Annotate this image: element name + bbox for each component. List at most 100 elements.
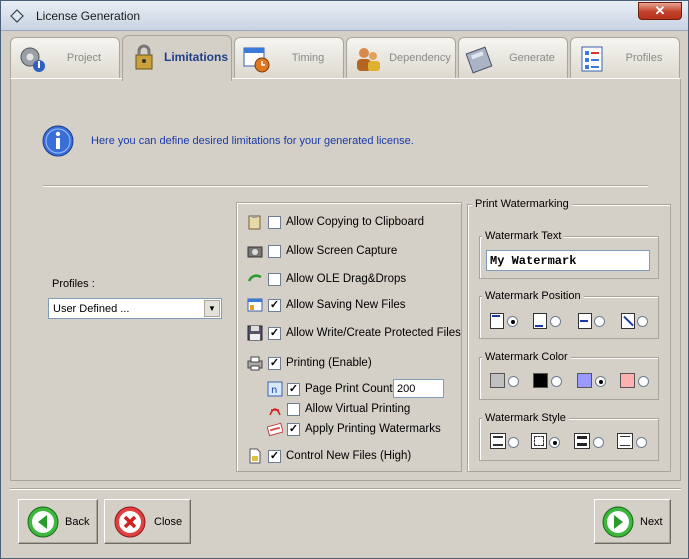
checkbox[interactable]: ✓ — [287, 383, 300, 396]
checkbox[interactable]: ✓ — [268, 450, 281, 463]
watermark-color-title: Watermark Color — [482, 351, 571, 363]
checkbox[interactable]: ✓ — [268, 299, 281, 312]
option-label: Control New Files (High) — [286, 450, 412, 462]
style-lines-icon — [490, 433, 506, 449]
tab-label: Project — [66, 52, 102, 64]
position-center-radio[interactable] — [594, 316, 605, 327]
tab-timing[interactable]: Timing — [234, 37, 344, 79]
option-printing-enable[interactable]: ✓ Printing (Enable) — [247, 355, 447, 373]
option-label: Apply Printing Watermarks — [305, 423, 441, 435]
option-apply-printing-watermarks[interactable]: ✓ Apply Printing Watermarks — [267, 421, 447, 439]
tab-label: Profiles — [625, 52, 663, 64]
calendar-clock-icon — [243, 47, 270, 73]
position-diagonal-icon — [621, 313, 635, 329]
svg-text:n: n — [271, 385, 277, 396]
tab-profiles[interactable]: Profiles — [570, 37, 680, 79]
next-arrow-icon — [602, 506, 634, 538]
gear-icon — [20, 47, 45, 72]
profiles-label: Profiles : — [52, 278, 95, 290]
pdf-icon — [269, 408, 281, 416]
option-control-new-files[interactable]: ✓ Control New Files (High) — [247, 448, 447, 466]
style-4-radio[interactable] — [636, 437, 647, 448]
option-label: Allow Saving New Files — [286, 299, 406, 311]
checkbox[interactable] — [268, 216, 281, 229]
option-page-print-count[interactable]: n ✓ Page Print Count — [267, 381, 393, 399]
next-button[interactable]: Next — [594, 499, 671, 544]
page-print-count-input[interactable] — [393, 379, 444, 398]
watermark-text-input[interactable] — [486, 250, 650, 271]
option-allow-screen-capture[interactable]: Allow Screen Capture — [247, 243, 447, 261]
app-icon — [10, 9, 24, 23]
watermark-position-title: Watermark Position — [482, 290, 584, 302]
tab-generate[interactable]: Generate — [458, 37, 568, 79]
close-label: Close — [154, 516, 183, 528]
option-allow-copying[interactable]: Allow Copying to Clipboard — [247, 214, 447, 232]
style-bold-icon — [574, 433, 590, 449]
tab-limitations[interactable]: Limitations — [122, 35, 232, 81]
close-button[interactable]: Close — [104, 499, 191, 544]
option-allow-ole-drag-drops[interactable]: Allow OLE Drag&Drops — [247, 271, 447, 289]
tab-dependency[interactable]: Dependency — [346, 37, 456, 79]
print-watermarking-title: Print Watermarking — [472, 198, 572, 210]
color-swatch-black — [533, 373, 548, 388]
style-3-radio[interactable] — [593, 437, 604, 448]
license-generation-window: License Generation ✕ Project Limitations — [0, 0, 689, 559]
position-bottom-left-radio[interactable] — [550, 316, 561, 327]
position-top-left-radio[interactable] — [507, 316, 518, 327]
position-diagonal-radio[interactable] — [637, 316, 648, 327]
checkbox[interactable] — [268, 245, 281, 258]
option-label: Page Print Count — [305, 383, 393, 395]
color-swatch-blue — [577, 373, 592, 388]
back-label: Back — [65, 516, 90, 528]
profiles-selected-value: User Defined ... — [53, 303, 130, 315]
profiles-select[interactable]: User Defined ... ▼ — [48, 298, 222, 319]
clipboard-icon — [248, 215, 261, 230]
window-title: License Generation — [36, 9, 141, 23]
page-count-icon: n — [267, 381, 283, 397]
checkbox[interactable]: ✓ — [287, 423, 300, 436]
option-label: Allow Write/Create Protected Files — [286, 327, 461, 339]
style-outline-icon — [531, 433, 547, 449]
drag-drop-icon — [247, 274, 262, 282]
style-plain-icon — [617, 433, 633, 449]
position-bottom-left-icon — [533, 313, 547, 329]
watermark-style-title: Watermark Style — [482, 412, 569, 424]
position-top-left-icon — [490, 313, 504, 329]
save-window-icon — [247, 298, 263, 312]
checkbox[interactable] — [268, 273, 281, 286]
tab-label: Timing — [291, 52, 325, 64]
users-icon — [357, 48, 380, 71]
color-pink-radio[interactable] — [638, 376, 649, 387]
style-1-radio[interactable] — [508, 437, 519, 448]
back-arrow-icon — [27, 506, 59, 538]
option-allow-saving-new-files[interactable]: ✓ Allow Saving New Files — [247, 297, 447, 315]
window-close-button[interactable]: ✕ — [638, 2, 682, 20]
chevron-down-icon[interactable]: ▼ — [204, 300, 220, 317]
tab-label: Dependency — [389, 52, 451, 64]
color-swatch-pink — [620, 373, 635, 388]
back-button[interactable]: Back — [18, 499, 98, 544]
checkbox[interactable] — [287, 403, 300, 416]
checklist-icon — [581, 46, 603, 72]
option-label: Allow Copying to Clipboard — [286, 216, 425, 228]
watermark-stamp-icon — [267, 422, 283, 437]
option-label: Allow Virtual Printing — [305, 403, 411, 415]
checkbox[interactable]: ✓ — [268, 357, 281, 370]
style-2-radio[interactable] — [549, 437, 560, 448]
option-allow-virtual-printing[interactable]: Allow Virtual Printing — [267, 401, 447, 419]
watermark-text-title: Watermark Text — [482, 230, 565, 242]
color-blue-radio[interactable] — [595, 376, 606, 387]
color-black-radio[interactable] — [551, 376, 562, 387]
checkbox[interactable]: ✓ — [268, 327, 281, 340]
option-label: Allow OLE Drag&Drops — [286, 273, 407, 285]
info-icon — [42, 125, 74, 157]
close-icon — [114, 506, 146, 538]
option-allow-write-create-protected[interactable]: ✓ Allow Write/Create Protected Files — [247, 325, 461, 343]
tab-label: Limitations — [163, 50, 228, 64]
tab-label: Generate — [509, 52, 555, 64]
color-gray-radio[interactable] — [508, 376, 519, 387]
color-swatch-gray — [490, 373, 505, 388]
lock-icon — [135, 44, 153, 70]
tab-project[interactable]: Project — [10, 37, 120, 79]
calculator-icon — [465, 46, 493, 74]
